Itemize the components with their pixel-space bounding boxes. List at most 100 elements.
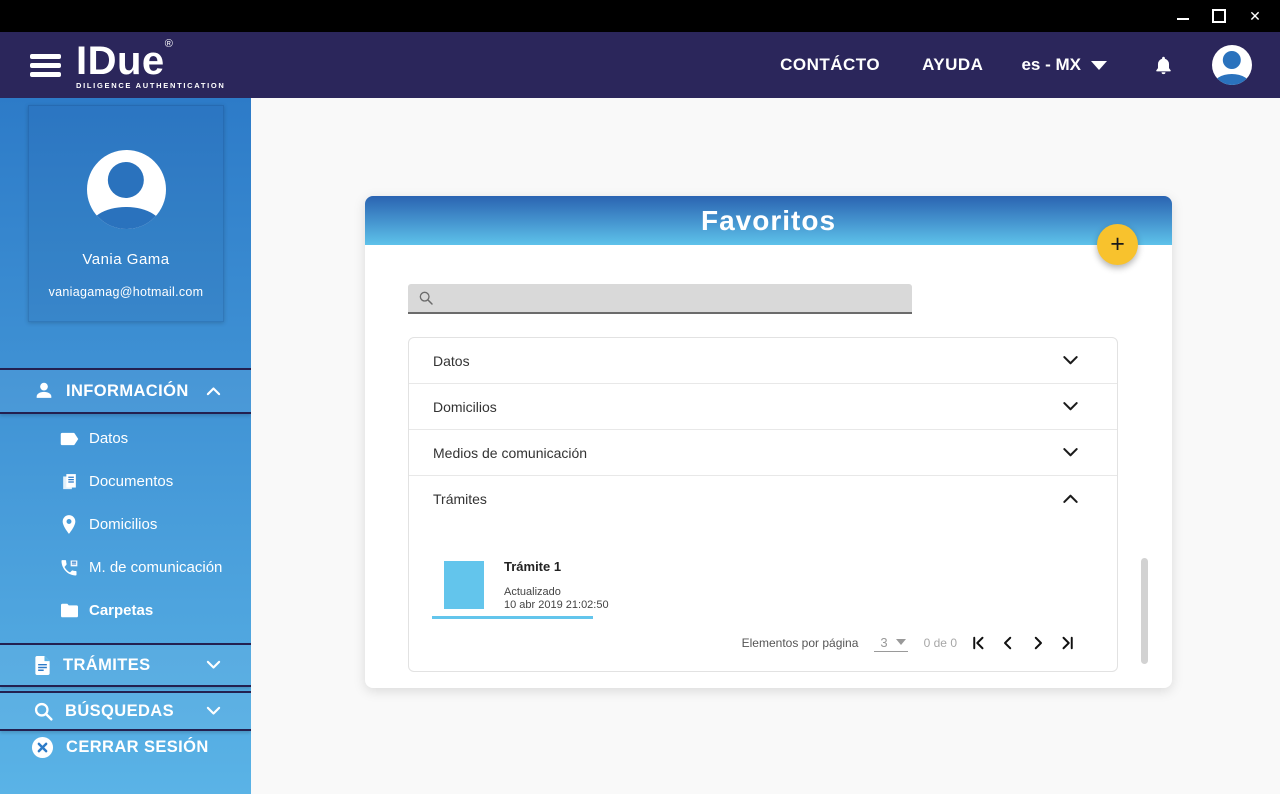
previous-page-button[interactable] xyxy=(999,634,1017,652)
documents-icon xyxy=(58,472,80,492)
chevron-down-icon xyxy=(895,639,906,645)
hamburger-menu-icon[interactable] xyxy=(30,50,61,81)
sidebar-item-carpetas[interactable]: Carpetas xyxy=(0,589,251,632)
folder-icon xyxy=(58,602,80,619)
language-value: es - MX xyxy=(1021,55,1081,74)
label-icon xyxy=(58,431,80,447)
nav-contacto[interactable]: CONTÁCTO xyxy=(780,55,880,75)
favorites-accordion: Datos Domicilios Medios de comunicación … xyxy=(408,337,1118,672)
chevron-down-icon xyxy=(206,660,221,670)
accordion-label: Datos xyxy=(433,352,470,369)
accordion-label: Domicilios xyxy=(433,398,497,415)
minimize-icon xyxy=(1177,18,1189,20)
user-avatar-button[interactable] xyxy=(1212,45,1252,85)
sidebar-item-label: Domicilios xyxy=(89,516,158,533)
accordion-section-domicilios[interactable]: Domicilios xyxy=(409,384,1117,430)
chevron-down-icon xyxy=(1062,401,1079,412)
chevron-right-icon xyxy=(1034,636,1042,650)
sidebar-section-label: INFORMACIÓN xyxy=(66,381,189,400)
chevron-left-icon xyxy=(1004,636,1012,650)
maximize-icon xyxy=(1212,9,1226,23)
add-favorite-button[interactable]: + xyxy=(1097,224,1138,265)
tramite-status: Actualizado xyxy=(504,586,561,598)
profile-avatar xyxy=(86,150,166,229)
paginator: Elementos por página 3 0 de 0 xyxy=(742,634,1077,652)
tramite-date: 10 abr 2019 21:02:50 xyxy=(504,599,609,611)
chevron-down-icon xyxy=(206,706,221,716)
profile-email: vaniagamag@hotmail.com xyxy=(48,285,204,299)
next-page-button[interactable] xyxy=(1029,634,1047,652)
sidebar-item-m-de-comunicacion[interactable]: M. de comunicación xyxy=(0,546,251,589)
sidebar-item-label: M. de comunicación xyxy=(89,559,223,576)
registered-mark: ® xyxy=(164,37,173,50)
maximize-button[interactable] xyxy=(1204,3,1234,29)
chevron-up-icon xyxy=(1062,493,1079,504)
logout-button[interactable]: CERRAR SESIÓN xyxy=(0,730,251,764)
last-page-button[interactable] xyxy=(1059,634,1077,652)
plus-icon: + xyxy=(1110,230,1125,258)
logo-tagline: DILIGENCE AUTHENTICATION xyxy=(76,80,226,90)
logo-text: IDue xyxy=(76,38,165,83)
app-header: IDue® DILIGENCE AUTHENTICATION CONTÁCTO … xyxy=(0,32,1280,98)
tramite-thumbnail xyxy=(444,561,484,609)
sidebar-item-documentos[interactable]: Documentos xyxy=(0,460,251,503)
tramite-title: Trámite 1 xyxy=(504,559,562,574)
avatar-icon xyxy=(1222,51,1242,70)
accordion-label: Medios de comunicación xyxy=(433,444,588,461)
favorites-search xyxy=(408,283,912,314)
last-page-icon xyxy=(1062,636,1073,650)
main-content: Favoritos + Datos Domicilios Medios de c… xyxy=(251,98,1280,794)
map-pin-icon xyxy=(58,514,80,535)
accordion-section-datos[interactable]: Datos xyxy=(409,338,1117,384)
notifications-button[interactable] xyxy=(1153,54,1174,77)
first-page-icon xyxy=(973,636,984,650)
sidebar-item-domicilios[interactable]: Domicilios xyxy=(0,503,251,546)
close-icon: ✕ xyxy=(1249,8,1261,24)
phone-icon xyxy=(58,558,80,578)
items-per-page-label: Elementos por página xyxy=(741,636,859,650)
accordion-section-tramites[interactable]: Trámites xyxy=(409,476,1117,521)
person-icon xyxy=(33,380,55,402)
app-logo: IDue® DILIGENCE AUTHENTICATION xyxy=(76,37,226,90)
first-page-button[interactable] xyxy=(969,634,987,652)
logout-label: CERRAR SESIÓN xyxy=(66,737,209,756)
avatar-icon xyxy=(107,161,145,199)
bell-icon xyxy=(1156,56,1171,74)
sidebar-informacion-items: Datos Documentos Domicilios M. de comuni… xyxy=(0,417,251,632)
chevron-up-icon xyxy=(206,386,221,396)
minimize-button[interactable] xyxy=(1168,3,1198,29)
page-title: Favoritos xyxy=(700,204,837,236)
sidebar-section-label: BÚSQUEDAS xyxy=(65,701,175,720)
document-icon xyxy=(33,655,52,676)
page-range-label: 0 de 0 xyxy=(923,636,957,650)
sidebar-section-informacion[interactable]: INFORMACIÓN xyxy=(0,368,251,414)
favoritos-card: Favoritos + Datos Domicilios Medios de c… xyxy=(365,196,1172,688)
card-header: Favoritos xyxy=(365,196,1172,245)
profile-name: Vania Gama xyxy=(82,251,170,268)
close-button[interactable]: ✕ xyxy=(1240,3,1270,29)
search-input[interactable] xyxy=(442,283,904,313)
chevron-down-icon xyxy=(1091,60,1107,70)
language-selector[interactable]: es - MX xyxy=(1021,55,1107,75)
card-scrollbar-thumb[interactable] xyxy=(1141,558,1148,664)
sidebar-item-label: Carpetas xyxy=(89,602,154,619)
page-size-select[interactable]: 3 xyxy=(874,634,908,652)
accordion-section-medios[interactable]: Medios de comunicación xyxy=(409,430,1117,476)
sidebar-item-label: Datos xyxy=(89,430,129,447)
accordion-label: Trámites xyxy=(433,490,487,507)
search-icon xyxy=(33,701,54,722)
sidebar-section-label: TRÁMITES xyxy=(63,655,151,674)
sidebar-section-busquedas[interactable]: BÚSQUEDAS xyxy=(0,691,251,731)
sidebar-item-datos[interactable]: Datos xyxy=(0,417,251,460)
header-actions: CONTÁCTO AYUDA es - MX xyxy=(738,45,1280,85)
sidebar-item-label: Documentos xyxy=(89,473,174,490)
window-titlebar: ✕ xyxy=(0,0,1280,32)
page-size-value: 3 xyxy=(880,634,888,650)
sidebar-section-tramites[interactable]: TRÁMITES xyxy=(0,643,251,687)
nav-ayuda[interactable]: AYUDA xyxy=(922,55,983,75)
chevron-down-icon xyxy=(1062,447,1079,458)
profile-card: Vania Gama vaniagamag@hotmail.com xyxy=(28,105,224,322)
tramite-underline xyxy=(432,616,593,619)
chevron-down-icon xyxy=(1062,355,1079,366)
search-icon xyxy=(419,291,433,305)
